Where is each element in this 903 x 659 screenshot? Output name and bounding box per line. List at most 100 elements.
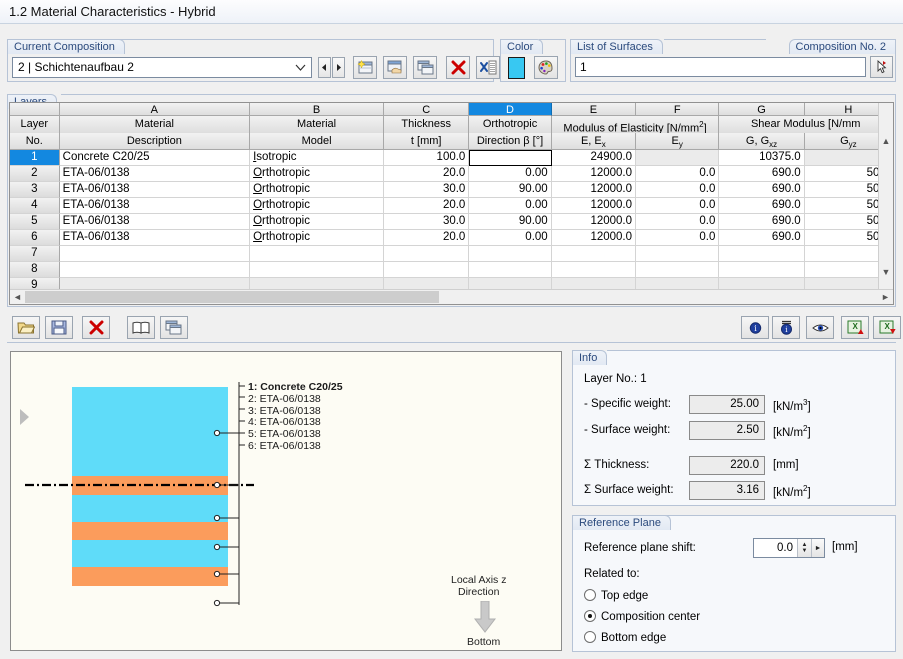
library-button[interactable] <box>127 316 155 339</box>
layers-table[interactable]: A B C D E F G H Layer Material Material … <box>9 102 894 305</box>
hscroll-thumb[interactable] <box>25 291 439 303</box>
table-vertical-scrollbar[interactable]: ▲ ▼ <box>878 103 893 291</box>
cell-model[interactable] <box>250 246 384 262</box>
radio-button-icon[interactable] <box>584 631 596 643</box>
cell-thickness[interactable] <box>384 262 470 278</box>
cell-no[interactable]: 6 <box>10 230 60 246</box>
cell-gxz[interactable]: 10375.0 <box>719 150 805 166</box>
visibility-button[interactable] <box>806 316 834 339</box>
cell-ex[interactable] <box>551 262 637 278</box>
layer-band-5[interactable] <box>72 540 228 567</box>
layer-band-2[interactable] <box>72 476 228 495</box>
spinner-up-down-icon[interactable]: ▲ ▼ <box>797 539 811 557</box>
cell-ey[interactable] <box>636 246 720 262</box>
cell-no[interactable]: 8 <box>10 262 60 278</box>
cell-no[interactable]: 3 <box>10 182 60 198</box>
new-composition-button[interactable] <box>353 56 377 79</box>
col-letter-d[interactable]: D <box>469 103 552 116</box>
cell-gxz[interactable] <box>719 262 805 278</box>
cell-model[interactable]: Orthotropic <box>250 182 384 198</box>
table-row[interactable]: 5 ETA-06/0138 Orthotropic 30.0 90.00 12000.0 0… <box>10 214 894 230</box>
cell-thickness[interactable]: 30.0 <box>384 182 470 198</box>
col-letter-f[interactable]: F <box>636 103 720 116</box>
cell-no[interactable]: 5 <box>10 214 60 230</box>
cell-material[interactable]: ETA-06/0138 <box>59 214 251 230</box>
cell-ey[interactable]: 0.0 <box>636 214 720 230</box>
spinner-more-icon[interactable]: ► <box>811 539 824 557</box>
cell-material[interactable] <box>59 246 251 262</box>
table-row[interactable]: 7 <box>10 246 894 262</box>
col-letter-c[interactable]: C <box>384 103 470 116</box>
cell-ex[interactable]: 12000.0 <box>551 182 637 198</box>
cell-beta[interactable] <box>469 150 552 166</box>
surfaces-input[interactable] <box>575 57 866 77</box>
table-row[interactable]: 8 <box>10 262 894 278</box>
col-letter-g[interactable]: G <box>719 103 805 116</box>
cell-gxz[interactable]: 690.0 <box>719 214 805 230</box>
cell-gxz[interactable]: 690.0 <box>719 166 805 182</box>
col-letter-a[interactable]: A <box>59 103 251 116</box>
scroll-left-icon[interactable]: ◄ <box>10 292 25 302</box>
layer-band-1[interactable] <box>72 387 228 476</box>
cell-material[interactable]: ETA-06/0138 <box>59 166 251 182</box>
cell-thickness[interactable]: 20.0 <box>384 230 470 246</box>
cell-no[interactable]: 7 <box>10 246 60 262</box>
spinner-down-icon[interactable]: ▼ <box>802 548 808 554</box>
cell-ey[interactable]: 0.0 <box>636 198 720 214</box>
layer-band-6[interactable] <box>72 567 228 586</box>
cell-material[interactable] <box>59 262 251 278</box>
cell-ex[interactable]: 12000.0 <box>551 230 637 246</box>
composition-combo[interactable]: 2 | Schichtenaufbau 2 <box>12 57 312 78</box>
cell-thickness[interactable]: 30.0 <box>384 214 470 230</box>
expand-arrow-icon[interactable] <box>19 408 30 429</box>
prev-composition-button[interactable] <box>318 57 331 78</box>
open-button[interactable] <box>12 316 40 339</box>
edit-composition-button[interactable] <box>383 56 407 79</box>
cell-model[interactable]: Orthotropic <box>250 198 384 214</box>
info-button[interactable]: i <box>741 316 769 339</box>
cell-model[interactable] <box>250 262 384 278</box>
layer-composition-diagram[interactable]: 1: Concrete C20/25 2: ETA-06/0138 3: ETA-0… <box>10 351 562 651</box>
cell-ex[interactable] <box>551 246 637 262</box>
next-composition-button[interactable] <box>332 57 345 78</box>
cell-material[interactable]: Concrete C20/25 <box>59 150 251 166</box>
radio-option-0[interactable]: Top edge <box>584 589 648 602</box>
cell-ey[interactable] <box>636 150 720 166</box>
save-button[interactable] <box>45 316 73 339</box>
table-horizontal-scrollbar[interactable]: ◄ ► <box>10 289 893 304</box>
cell-beta[interactable]: 0.00 <box>469 198 552 214</box>
cell-thickness[interactable]: 100.0 <box>384 150 470 166</box>
cell-no[interactable]: 2 <box>10 166 60 182</box>
cell-no[interactable]: 4 <box>10 198 60 214</box>
export-composition-button[interactable] <box>476 56 500 79</box>
cell-gxz[interactable]: 690.0 <box>719 182 805 198</box>
reference-plane-shift-spinner[interactable]: 0.0 ▲ ▼ ► <box>753 538 825 558</box>
cell-ey[interactable]: 0.0 <box>636 182 720 198</box>
col-letter-b[interactable]: B <box>250 103 385 116</box>
cell-no[interactable]: 1 <box>10 150 60 166</box>
cell-ey[interactable]: 0.0 <box>636 230 720 246</box>
table-row[interactable]: 1 Concrete C20/25 Isotropic 100.0 24900.0 103… <box>10 150 894 166</box>
pick-surfaces-button[interactable] <box>870 56 893 78</box>
scroll-right-icon[interactable]: ► <box>878 292 893 302</box>
radio-option-1[interactable]: Composition center <box>584 610 700 623</box>
export-excel-down-button[interactable]: X <box>873 316 901 339</box>
delete-composition-button[interactable] <box>446 56 470 79</box>
cell-ex[interactable]: 12000.0 <box>551 214 637 230</box>
cell-ex[interactable]: 24900.0 <box>551 150 637 166</box>
cell-ex[interactable]: 12000.0 <box>551 166 637 182</box>
cell-ey[interactable] <box>636 262 720 278</box>
cell-model[interactable]: Orthotropic <box>250 214 384 230</box>
cell-model[interactable]: Orthotropic <box>250 230 384 246</box>
table-body[interactable]: 1 Concrete C20/25 Isotropic 100.0 24900.0 103… <box>10 150 894 294</box>
table-row[interactable]: 6 ETA-06/0138 Orthotropic 20.0 0.00 12000.0 0.… <box>10 230 894 246</box>
cell-beta[interactable]: 0.00 <box>469 230 552 246</box>
table-row[interactable]: 3 ETA-06/0138 Orthotropic 30.0 90.00 12000.0 0… <box>10 182 894 198</box>
cell-thickness[interactable] <box>384 246 470 262</box>
color-palette-button[interactable] <box>534 56 558 79</box>
delete-layer-button[interactable] <box>82 316 110 339</box>
cell-thickness[interactable]: 20.0 <box>384 198 470 214</box>
layers-copy-button[interactable] <box>160 316 188 339</box>
detail-info-button[interactable]: i <box>772 316 800 339</box>
export-excel-up-button[interactable]: X <box>841 316 869 339</box>
